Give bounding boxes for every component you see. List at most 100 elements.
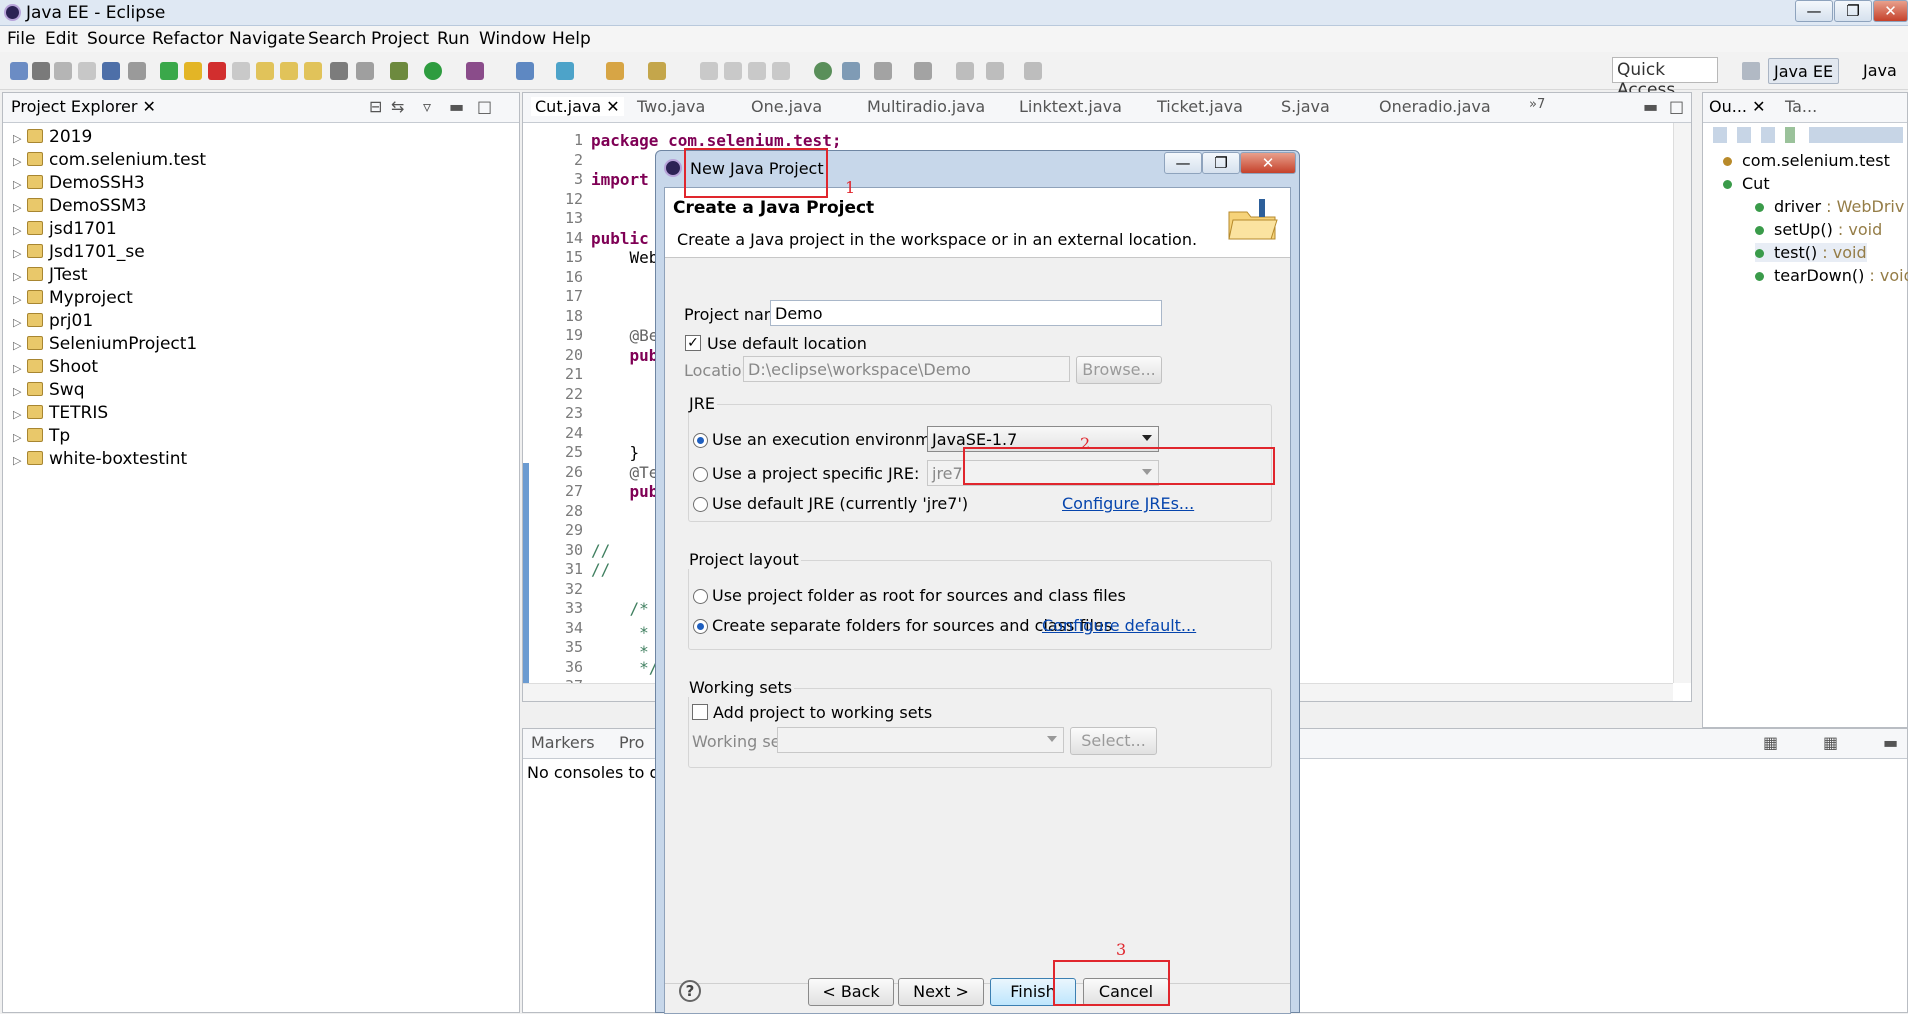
add-to-working-sets-checkbox[interactable] xyxy=(692,704,708,720)
project-item[interactable]: ▷ prj01 xyxy=(13,311,93,333)
tab-task-list[interactable]: Ta... xyxy=(1785,97,1817,116)
print-icon[interactable] xyxy=(78,62,96,80)
next-button[interactable]: Next > xyxy=(898,978,984,1006)
display-console-icon[interactable]: ▦ xyxy=(1763,733,1778,752)
new-java-project-icon[interactable] xyxy=(516,62,534,80)
quick-access-input[interactable]: Quick Access xyxy=(1612,57,1718,100)
project-item[interactable]: ▷ DemoSSM3 xyxy=(13,196,147,218)
use-step-filters-icon[interactable] xyxy=(330,62,348,80)
expand-arrow-icon[interactable]: ▷ xyxy=(13,178,27,191)
project-item[interactable]: ▷ Jsd1701_se xyxy=(13,242,145,264)
search-icon[interactable] xyxy=(648,62,666,80)
expand-arrow-icon[interactable]: ▷ xyxy=(13,270,27,283)
tab-outline[interactable]: Ou... ✕ xyxy=(1709,97,1766,116)
menu-project[interactable]: Project xyxy=(371,29,429,49)
menu-file[interactable]: File xyxy=(7,29,35,49)
step-over-icon[interactable] xyxy=(280,62,298,80)
project-item[interactable]: ▷ Myproject xyxy=(13,288,133,310)
globe-icon[interactable] xyxy=(814,62,832,80)
layout-root-radio[interactable] xyxy=(693,589,708,604)
open-perspective-icon[interactable] xyxy=(1742,62,1760,80)
save-all-icon[interactable] xyxy=(54,62,72,80)
last-edit-icon[interactable] xyxy=(956,62,974,80)
new-class-icon[interactable] xyxy=(556,62,574,80)
jre-execution-env-radio[interactable] xyxy=(693,433,708,448)
pin-editor-icon[interactable] xyxy=(842,62,860,80)
menu-search[interactable]: Search xyxy=(308,29,366,49)
expand-arrow-icon[interactable]: ▷ xyxy=(13,132,27,145)
vertical-scrollbar[interactable] xyxy=(1673,123,1691,683)
save-icon[interactable] xyxy=(32,62,50,80)
use-default-location-checkbox[interactable]: ✓ xyxy=(685,335,701,351)
toggle-mark-icon[interactable] xyxy=(700,62,718,80)
tab-overflow[interactable]: »7 xyxy=(1529,97,1545,112)
help-icon[interactable]: ? xyxy=(679,980,701,1002)
project-item[interactable]: ▷ Tp xyxy=(13,426,70,448)
view-minimize-icon[interactable]: ▬ xyxy=(449,97,464,116)
view-menu-icon[interactable]: ▿ xyxy=(423,97,431,116)
coverage-icon[interactable] xyxy=(356,62,374,80)
menu-navigate[interactable]: Navigate xyxy=(229,29,305,49)
expand-arrow-icon[interactable]: ▷ xyxy=(13,293,27,306)
back-button[interactable]: < Back xyxy=(808,978,894,1006)
link-editor-icon[interactable]: ⇆ xyxy=(391,97,404,116)
tab-two-java[interactable]: Two.java xyxy=(637,97,705,116)
tab-markers[interactable]: Markers xyxy=(531,733,595,752)
console-minimize-icon[interactable]: ▬ xyxy=(1883,733,1898,752)
outline-toolbar[interactable] xyxy=(1713,127,1903,143)
debug-icon[interactable] xyxy=(390,62,408,80)
outline-item[interactable]: tearDown() : void xyxy=(1755,266,1908,285)
disconnect-icon[interactable] xyxy=(232,62,250,80)
project-item[interactable]: ▷ 2019 xyxy=(13,127,92,149)
configure-default-link[interactable]: Configure default... xyxy=(1042,616,1196,635)
outline-item[interactable]: Cut xyxy=(1723,174,1770,193)
configure-jres-link[interactable]: Configure JREs... xyxy=(1062,494,1194,513)
project-item[interactable]: ▷ SeleniumProject1 xyxy=(13,334,197,356)
suspend-icon[interactable] xyxy=(184,62,202,80)
project-item[interactable]: ▷ JTest xyxy=(13,265,88,287)
new-icon[interactable] xyxy=(10,62,28,80)
project-item[interactable]: ▷ TETRIS xyxy=(13,403,108,425)
expand-arrow-icon[interactable]: ▷ xyxy=(13,316,27,329)
tab-multiradio-java[interactable]: Multiradio.java xyxy=(867,97,985,116)
expand-arrow-icon[interactable]: ▷ xyxy=(13,385,27,398)
project-item[interactable]: ▷ white-boxtestint xyxy=(13,449,187,471)
editor-maximize-icon[interactable]: □ xyxy=(1669,97,1684,116)
menu-refactor[interactable]: Refactor xyxy=(152,29,223,49)
project-item[interactable]: ▷ com.selenium.test xyxy=(13,150,206,172)
expand-arrow-icon[interactable]: ▷ xyxy=(13,247,27,260)
expand-arrow-icon[interactable]: ▷ xyxy=(13,431,27,444)
tab-properties[interactable]: Pro xyxy=(619,733,644,752)
block-selection-icon[interactable] xyxy=(724,62,742,80)
expand-arrow-icon[interactable]: ▷ xyxy=(13,155,27,168)
external-tools-icon[interactable] xyxy=(466,62,484,80)
jre-default-radio[interactable] xyxy=(693,497,708,512)
project-item[interactable]: ▷ Swq xyxy=(13,380,85,402)
expand-arrow-icon[interactable]: ▷ xyxy=(13,224,27,237)
dialog-minimize-button[interactable]: — xyxy=(1164,152,1202,174)
browse-button[interactable]: Browse... xyxy=(1076,356,1162,384)
close-button[interactable]: ✕ xyxy=(1873,0,1908,22)
select-working-sets-button[interactable]: Select... xyxy=(1070,727,1157,755)
open-type-icon[interactable] xyxy=(606,62,624,80)
word-wrap-icon[interactable] xyxy=(748,62,766,80)
expand-arrow-icon[interactable]: ▷ xyxy=(13,339,27,352)
outline-item[interactable]: driver : WebDriv xyxy=(1755,197,1904,216)
tab-ticket-java[interactable]: Ticket.java xyxy=(1157,97,1243,116)
perspective-java-ee[interactable]: Java EE xyxy=(1768,58,1840,84)
back-icon[interactable] xyxy=(986,62,1004,80)
forward-icon[interactable] xyxy=(1024,62,1042,80)
show-whitespace-icon[interactable] xyxy=(772,62,790,80)
menu-window[interactable]: Window xyxy=(479,29,546,49)
terminate-icon[interactable] xyxy=(208,62,226,80)
working-sets-select[interactable] xyxy=(777,727,1064,753)
expand-arrow-icon[interactable]: ▷ xyxy=(13,362,27,375)
layout-separate-radio[interactable] xyxy=(693,619,708,634)
dialog-maximize-button[interactable]: ❐ xyxy=(1202,152,1240,174)
menu-help[interactable]: Help xyxy=(552,29,591,49)
tab-linktext-java[interactable]: Linktext.java xyxy=(1019,97,1122,116)
project-explorer-tab[interactable]: Project Explorer ✕ xyxy=(11,97,156,116)
project-item[interactable]: ▷ Shoot xyxy=(13,357,98,379)
previous-annotation-icon[interactable] xyxy=(914,62,932,80)
view-maximize-icon[interactable]: □ xyxy=(477,97,492,116)
